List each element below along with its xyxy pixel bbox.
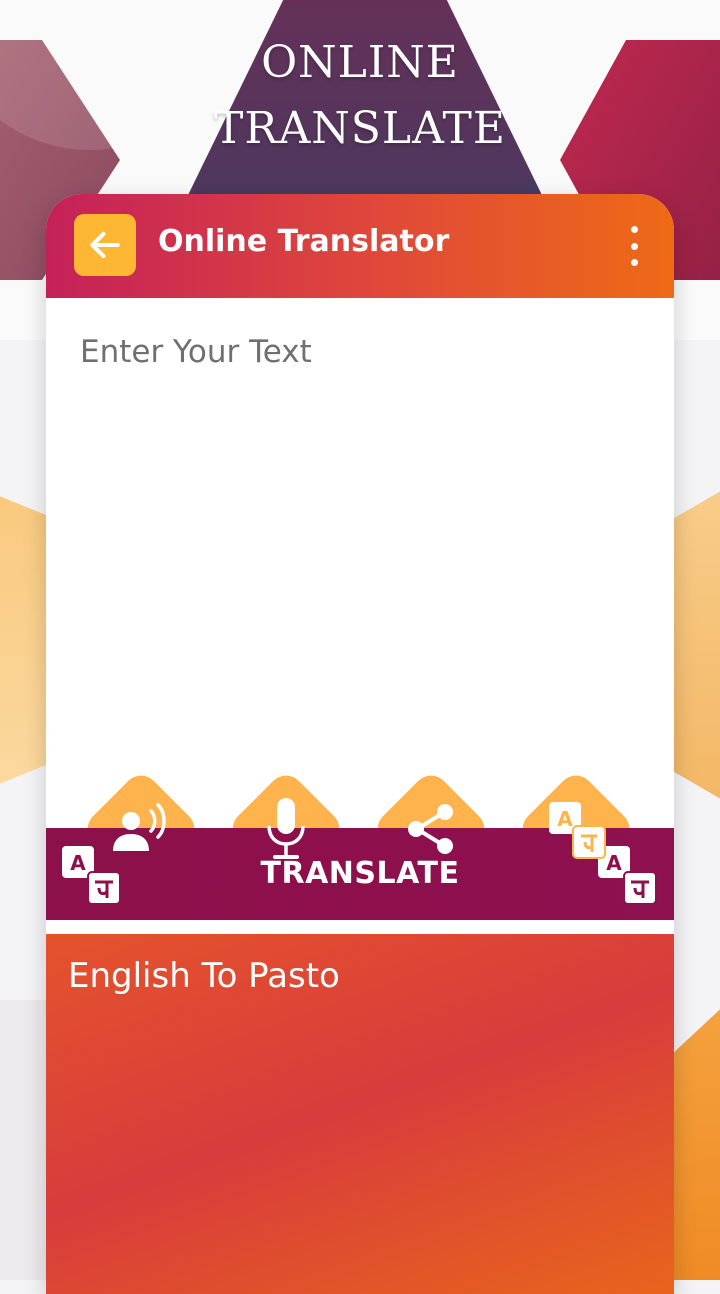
headline-line-1: ONLINE <box>261 37 459 88</box>
app-title: Online Translator <box>158 224 450 259</box>
output-panel: English To Pasto <box>46 934 674 1294</box>
app-bar: Online Translator <box>46 194 674 298</box>
more-vertical-icon <box>630 226 638 233</box>
language-direction-label: English To Pasto <box>68 956 340 996</box>
speaker-person-icon <box>113 803 166 851</box>
headline-line-2: TRANSLATE <box>214 103 506 154</box>
microphone-icon <box>267 798 305 859</box>
input-panel: A <box>46 298 674 890</box>
share-icon <box>408 804 453 854</box>
source-text-input[interactable] <box>78 332 642 636</box>
phone-screen: Online Translator Enter Your Text A A TR… <box>46 194 674 1294</box>
bg-left-lower-shape <box>0 1000 50 1280</box>
bg-right-lower-shape <box>670 1000 720 1280</box>
svg-text:A: A <box>557 807 573 831</box>
back-button[interactable] <box>74 214 136 276</box>
arrow-left-icon <box>90 231 120 259</box>
promo-headline: ONLINE TRANSLATE <box>0 30 720 162</box>
translate-icon: A <box>549 802 606 859</box>
more-menu-button[interactable] <box>622 226 646 266</box>
